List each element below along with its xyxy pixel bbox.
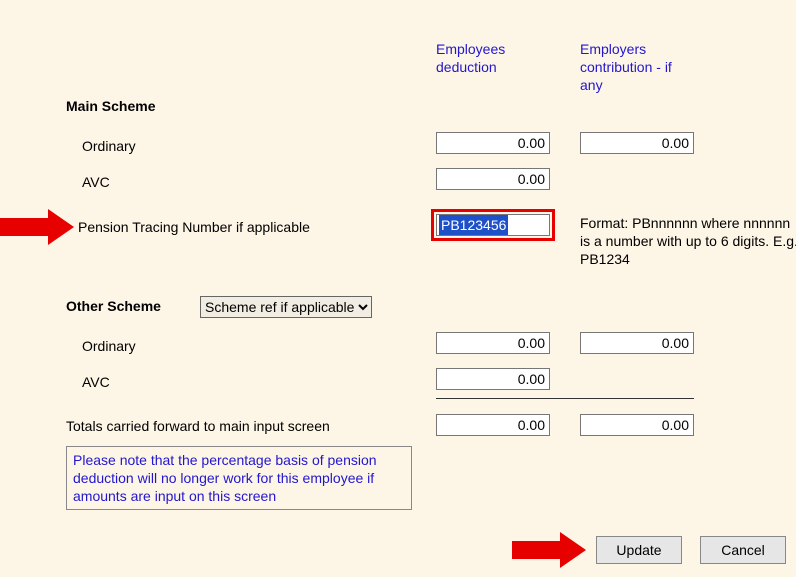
header-employers-contribution: Employers contribution - if any	[580, 40, 690, 94]
section-title-main-scheme: Main Scheme	[66, 98, 155, 114]
input-other-ordinary-employer[interactable]	[580, 332, 694, 354]
label-other-avc: AVC	[82, 374, 110, 390]
label-other-ordinary: Ordinary	[82, 338, 136, 354]
annotation-arrow-icon	[0, 209, 74, 245]
select-scheme-ref[interactable]: Scheme ref if applicable	[200, 296, 372, 318]
label-totals: Totals carried forward to main input scr…	[66, 418, 330, 434]
annotation-arrow-icon	[512, 532, 586, 568]
separator-line	[436, 398, 694, 399]
input-totals-employer[interactable]	[580, 414, 694, 436]
label-main-avc: AVC	[82, 174, 110, 190]
input-main-avc-employee[interactable]	[436, 168, 550, 190]
pension-form: Employees deduction Employers contributi…	[0, 0, 796, 577]
note-percentage-basis: Please note that the percentage basis of…	[66, 446, 412, 510]
input-other-avc-employee[interactable]	[436, 368, 550, 390]
ptn-selected-text: PB123456	[439, 215, 508, 235]
label-main-ordinary: Ordinary	[82, 138, 136, 154]
highlight-box-ptn: PB123456	[431, 209, 555, 241]
input-totals-employee[interactable]	[436, 414, 550, 436]
label-pension-tracing-number: Pension Tracing Number if applicable	[78, 219, 310, 235]
cancel-button[interactable]: Cancel	[700, 536, 786, 564]
input-main-ordinary-employer[interactable]	[580, 132, 694, 154]
header-employees-deduction: Employees deduction	[436, 40, 546, 76]
input-other-ordinary-employee[interactable]	[436, 332, 550, 354]
hint-ptn-format: Format: PBnnnnnn where nnnnnn is a numbe…	[580, 214, 796, 268]
update-button[interactable]: Update	[596, 536, 682, 564]
section-title-other-scheme: Other Scheme	[66, 298, 161, 314]
input-pension-tracing-number[interactable]: PB123456	[436, 214, 550, 236]
input-main-ordinary-employee[interactable]	[436, 132, 550, 154]
